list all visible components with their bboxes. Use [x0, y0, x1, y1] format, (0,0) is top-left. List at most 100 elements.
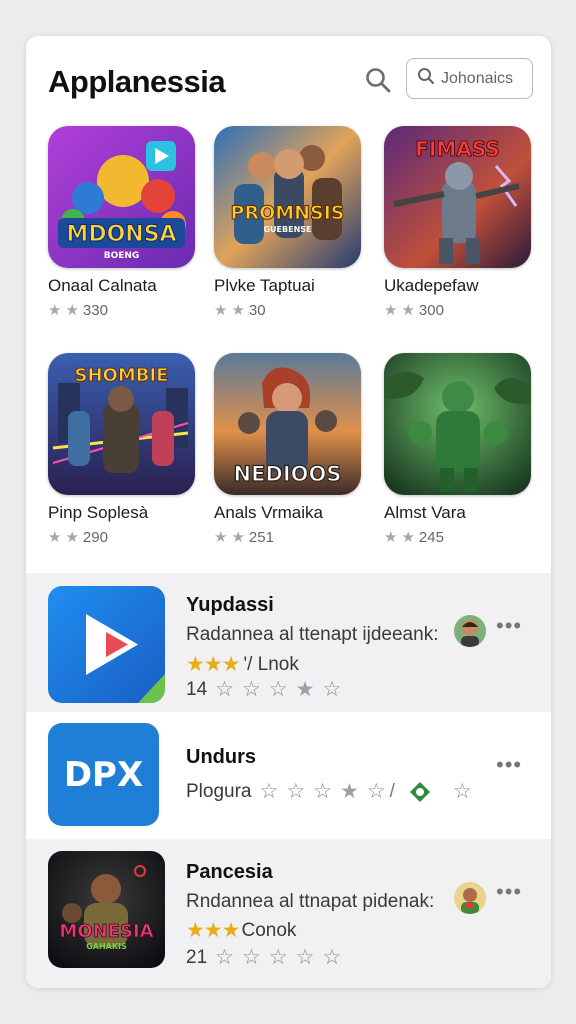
- app-tile[interactable]: SHOMBIE Pinp Soplesà ★ ★ 290: [48, 353, 195, 546]
- list-item-description: Plogura: [186, 780, 252, 802]
- rating-count: 330: [82, 301, 108, 319]
- star-icon[interactable]: ☆: [296, 945, 315, 970]
- app-store-card: Applanessia Johonaics MDONSA BOENG Onaal…: [26, 36, 551, 988]
- rating-label: Conok: [241, 919, 297, 941]
- star-icon[interactable]: ☆: [322, 677, 341, 702]
- star-icon[interactable]: ★: [296, 677, 315, 702]
- search-icon[interactable]: [364, 66, 392, 94]
- list-item-rating: ★★★ Conok: [186, 918, 296, 943]
- app-icon[interactable]: NEDIOOS: [214, 353, 361, 495]
- star-icon[interactable]: ☆: [242, 945, 261, 970]
- icon-wordmark: FIMASS: [415, 137, 499, 161]
- star-icon: ★: [65, 529, 79, 546]
- star-icon: ★: [401, 302, 415, 319]
- app-badge-icon: [409, 781, 431, 803]
- star-icon[interactable]: ☆: [260, 779, 279, 804]
- more-icon[interactable]: •••: [496, 879, 522, 905]
- search-input[interactable]: [441, 69, 526, 88]
- app-name: Onaal Calnata: [48, 276, 157, 295]
- page-title: Applanessia: [48, 64, 226, 99]
- search-input-icon: [417, 67, 435, 90]
- app-icon[interactable]: [48, 586, 165, 703]
- list-item-rating: Plogura ☆ ☆ ☆ ★ ☆ / ☆: [186, 779, 472, 804]
- star-icon[interactable]: ☆: [215, 945, 234, 970]
- app-rating: ★ ★ 300: [384, 301, 531, 320]
- list-item[interactable]: MONESIA GAHAKIS Pancesia Rndannea al ttn…: [26, 839, 551, 988]
- list-item-description: Rndannea al ttnapat pidenak:: [186, 891, 435, 912]
- app-name: Almst Vara: [384, 503, 466, 522]
- icon-subtitle: BOENG: [104, 251, 140, 261]
- app-rating: ★ ★ 30: [214, 301, 361, 320]
- star-icon: ★: [384, 302, 398, 319]
- app-tile[interactable]: NEDIOOS Anals Vrmaika ★ ★ 251: [214, 353, 361, 546]
- star-icon: ★★★: [186, 653, 240, 676]
- star-icon[interactable]: ☆: [286, 779, 305, 804]
- icon-subtitle: GAHAKIS: [86, 942, 127, 951]
- app-tile[interactable]: Almst Vara ★ ★ 245: [384, 353, 531, 546]
- star-icon: ★: [65, 302, 79, 319]
- app-name: Pinp Soplesà: [48, 503, 149, 522]
- rating-label: '/ Lnok: [243, 653, 299, 675]
- star-icon: ★: [231, 529, 245, 546]
- icon-wordmark: MONESIA: [59, 921, 153, 942]
- icon-wordmark: NEDIOOS: [234, 462, 342, 486]
- app-rating: ★ ★ 290: [48, 528, 195, 547]
- list-item-review-row: 21 ☆ ☆ ☆ ☆ ☆: [186, 945, 341, 970]
- list-item-rating: ★★★ '/ Lnok: [186, 652, 299, 677]
- review-count: 21: [186, 946, 208, 968]
- star-icon[interactable]: ☆: [453, 779, 472, 804]
- app-name: Plvke Taptuai: [214, 276, 315, 295]
- app-name: Ukadepefaw: [384, 276, 479, 295]
- list-item[interactable]: DPX Undurs Plogura ☆ ☆ ☆ ★ ☆ / ☆ •••: [26, 712, 551, 839]
- rating-count: 290: [82, 528, 108, 546]
- app-tile[interactable]: PROMNSIS GUEBENSE Plvke Taptuai ★ ★ 30: [214, 126, 361, 319]
- star-icon: ★★★: [186, 919, 240, 942]
- star-icon[interactable]: ☆: [242, 677, 261, 702]
- star-icon: ★: [214, 529, 228, 546]
- app-icon[interactable]: FIMASS: [384, 126, 531, 268]
- star-icon: ★: [401, 529, 415, 546]
- app-icon[interactable]: MONESIA GAHAKIS: [48, 851, 165, 968]
- star-icon[interactable]: ☆: [313, 779, 332, 804]
- app-rating: ★ ★ 330: [48, 301, 195, 320]
- app-icon[interactable]: SHOMBIE: [48, 353, 195, 495]
- app-name: Anals Vrmaika: [214, 503, 323, 522]
- list-item-title: Undurs: [186, 746, 256, 768]
- more-icon[interactable]: •••: [496, 752, 522, 778]
- app-icon[interactable]: [384, 353, 531, 495]
- star-icon[interactable]: ☆: [269, 945, 288, 970]
- search-field[interactable]: [406, 58, 533, 99]
- app-icon[interactable]: PROMNSIS GUEBENSE: [214, 126, 361, 268]
- avatar: [454, 882, 486, 914]
- list-item-description: Radannea al ttenapt ijdeeank:: [186, 624, 439, 645]
- list-item-title: Pancesia: [186, 861, 273, 883]
- star-icon: ★: [384, 529, 398, 546]
- rating-count: 251: [248, 528, 274, 546]
- star-icon: ★: [231, 302, 245, 319]
- list-item-title: Yupdassi: [186, 594, 274, 616]
- icon-wordmark: MDONSA: [66, 222, 176, 247]
- rating-count: 30: [248, 301, 266, 319]
- icon-wordmark: SHOMBIE: [75, 365, 169, 386]
- star-icon: ★: [48, 529, 62, 546]
- star-icon[interactable]: ☆: [367, 779, 386, 804]
- list-item-review-row: 14 ☆ ☆ ☆ ★ ☆: [186, 677, 341, 702]
- star-icon[interactable]: ☆: [215, 677, 234, 702]
- app-rating: ★ ★ 245: [384, 528, 531, 547]
- review-count: 14: [186, 678, 208, 700]
- star-icon[interactable]: ☆: [322, 945, 341, 970]
- app-rating: ★ ★ 251: [214, 528, 361, 547]
- app-tile[interactable]: MDONSA BOENG Onaal Calnata ★ ★ 330: [48, 126, 195, 319]
- app-icon[interactable]: MDONSA BOENG: [48, 126, 195, 268]
- app-tile[interactable]: FIMASS Ukadepefaw ★ ★ 300: [384, 126, 531, 319]
- header: Applanessia: [26, 36, 551, 126]
- star-icon[interactable]: ☆: [269, 677, 288, 702]
- app-icon[interactable]: DPX: [48, 723, 159, 826]
- rating-count: 245: [418, 528, 444, 546]
- more-icon[interactable]: •••: [496, 613, 522, 639]
- avatar: [454, 615, 486, 647]
- list-item[interactable]: Yupdassi Radannea al ttenapt ijdeeank: ★…: [26, 573, 551, 712]
- icon-subtitle: GUEBENSE: [263, 225, 311, 234]
- star-icon: ★: [48, 302, 62, 319]
- star-icon[interactable]: ★: [340, 779, 359, 804]
